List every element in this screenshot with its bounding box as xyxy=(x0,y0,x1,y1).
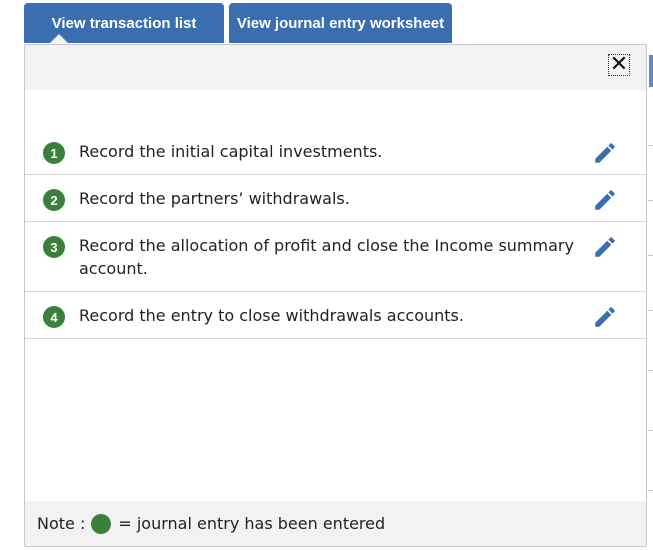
transaction-row-3: 3 Record the allocation of profit and cl… xyxy=(25,222,646,292)
transaction-row-2: 2 Record the partners’ withdrawals. xyxy=(25,175,646,222)
entered-status-badge: 1 xyxy=(43,142,65,164)
note-label: Note : xyxy=(37,514,86,533)
tab-view-journal-entry-worksheet[interactable]: View journal entry worksheet xyxy=(229,3,452,43)
entered-status-badge: 3 xyxy=(43,236,65,258)
entered-status-badge: 4 xyxy=(43,306,65,328)
legend-note: Note : = journal entry has been entered xyxy=(25,501,646,546)
active-tab-pointer xyxy=(49,34,69,44)
pencil-icon[interactable] xyxy=(592,234,618,260)
entered-status-badge: 2 xyxy=(43,189,65,211)
transaction-list-panel: ✕ 1 Record the initial capital investmen… xyxy=(24,44,647,547)
background-row-line xyxy=(648,370,653,371)
transaction-row-1: 1 Record the initial capital investments… xyxy=(25,128,646,175)
transaction-text: Record the entry to close withdrawals ac… xyxy=(79,306,464,325)
background-row-line xyxy=(648,145,653,146)
green-dot-icon xyxy=(91,513,112,534)
transaction-text: Record the allocation of profit and clos… xyxy=(79,236,574,278)
background-row-line xyxy=(648,430,653,431)
pencil-icon[interactable] xyxy=(592,187,618,213)
transaction-text: Record the initial capital investments. xyxy=(79,142,383,161)
pencil-icon[interactable] xyxy=(592,304,618,330)
note-text: = journal entry has been entered xyxy=(118,514,386,533)
transaction-text: Record the partners’ withdrawals. xyxy=(79,189,350,208)
background-scroll-indicator xyxy=(649,55,653,87)
pencil-icon[interactable] xyxy=(592,140,618,166)
background-row-line xyxy=(648,310,653,311)
background-row-line xyxy=(648,255,653,256)
background-row-line xyxy=(648,200,653,201)
background-row-line xyxy=(648,490,653,491)
transaction-row-4: 4 Record the entry to close withdrawals … xyxy=(25,292,646,339)
panel-header: ✕ xyxy=(25,45,646,90)
transaction-list: 1 Record the initial capital investments… xyxy=(25,128,646,339)
close-icon[interactable]: ✕ xyxy=(608,54,630,76)
